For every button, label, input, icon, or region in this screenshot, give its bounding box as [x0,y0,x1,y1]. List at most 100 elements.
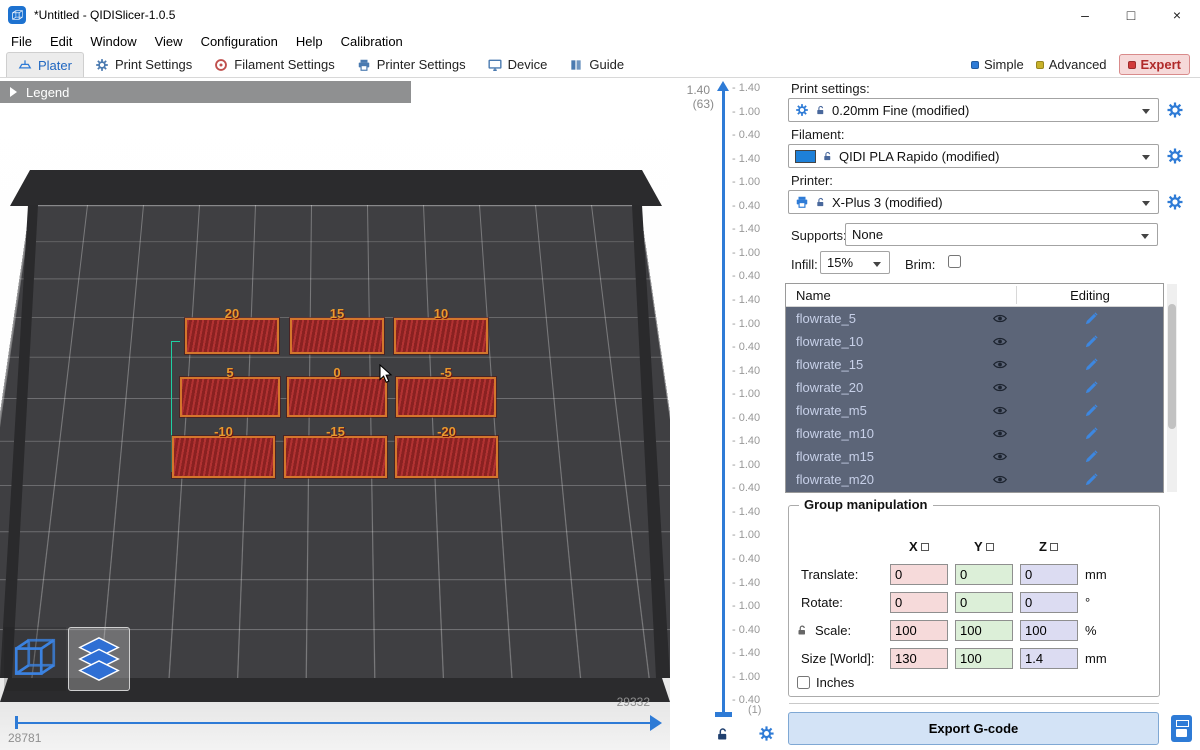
scale-lock-icon[interactable] [796,624,808,637]
menu-edit[interactable]: Edit [41,32,81,51]
export-gcode-button[interactable]: Export G-code [788,712,1159,745]
titlebar[interactable]: *Untitled - QIDISlicer-1.0.5 –□× [0,0,1200,30]
rotate-x-input[interactable] [890,592,948,613]
legend-collapsed-bar[interactable]: Legend [0,81,411,103]
object-row-flowrate_15[interactable]: flowrate_15 [786,353,1163,376]
object-row-flowrate_m5[interactable]: flowrate_m5 [786,399,1163,422]
sidebar-panel: Print settings: 0.20mm Fine (modified) F… [785,78,1200,750]
app-logo-icon [8,6,26,24]
scale-y-input[interactable] [955,620,1013,641]
visibility-eye-icon[interactable] [992,334,1008,349]
size-world-z-input[interactable] [1020,648,1078,669]
object-list-scrollbar[interactable] [1167,284,1177,492]
menu-window[interactable]: Window [81,32,145,51]
visibility-eye-icon[interactable] [992,311,1008,326]
layer-lock-icon[interactable] [715,726,730,743]
tab-guide[interactable]: Guide [558,52,635,77]
move-slider-track[interactable] [18,722,650,724]
printer-gear-button[interactable] [1166,193,1184,211]
move-slider-arrow-icon[interactable] [650,715,662,731]
scale-x-input[interactable] [890,620,948,641]
print-settings-combo[interactable]: 0.20mm Fine (modified) [788,98,1159,122]
tab-print-settings[interactable]: Print Settings [84,52,203,77]
tab-filament-settings[interactable]: Filament Settings [203,52,345,77]
layer-tick: - 0.40 [732,482,760,494]
edit-object-icon[interactable] [1084,357,1099,372]
plate-object-10[interactable]: 10 [394,318,488,354]
tab-printer-settings[interactable]: Printer Settings [346,52,477,77]
rotate-y-input[interactable] [955,592,1013,613]
object-row-flowrate_m15[interactable]: flowrate_m15 [786,445,1163,468]
plate-object--5[interactable]: -5 [396,377,496,417]
close-button[interactable]: × [1154,0,1200,30]
unit-label: % [1085,623,1097,638]
plate-object-20[interactable]: 20 [185,318,279,354]
mode-advanced[interactable]: Advanced [1036,57,1107,72]
plate-object-15[interactable]: 15 [290,318,384,354]
visibility-eye-icon[interactable] [992,426,1008,441]
minimize-button[interactable]: – [1062,0,1108,30]
size-world-y-input[interactable] [955,648,1013,669]
object-row-flowrate_m20[interactable]: flowrate_m20 [786,468,1163,491]
mode-dot-icon [1128,61,1136,69]
scale-z-input[interactable] [1020,620,1078,641]
translate-y-input[interactable] [955,564,1013,585]
translate-x-input[interactable] [890,564,948,585]
layer-slider-track[interactable] [722,91,725,715]
edit-object-icon[interactable] [1084,403,1099,418]
print-settings-gear-button[interactable] [1166,101,1184,119]
menu-configuration[interactable]: Configuration [192,32,287,51]
tab-plater[interactable]: Plater [6,52,84,77]
layers-view-button[interactable] [68,627,130,691]
plate-object-5[interactable]: 5 [180,377,280,417]
plate-object-0[interactable]: 0 [287,377,387,417]
layer-slider-bottom-thumb[interactable] [715,712,732,717]
device-icon [488,58,502,72]
size-world-x-input[interactable] [890,648,948,669]
edit-object-icon[interactable] [1084,449,1099,464]
plate-object--15[interactable]: -15 [284,436,387,478]
mode-expert[interactable]: Expert [1119,54,1190,75]
scrollbar-thumb[interactable] [1168,304,1176,429]
translate-z-input[interactable] [1020,564,1078,585]
infill-combo[interactable]: 15% [820,251,890,274]
menu-file[interactable]: File [2,32,41,51]
edit-object-icon[interactable] [1084,426,1099,441]
visibility-eye-icon[interactable] [992,403,1008,418]
edit-object-icon[interactable] [1084,334,1099,349]
edit-object-icon[interactable] [1084,311,1099,326]
plate-object--10[interactable]: -10 [172,436,275,478]
object-row-flowrate_20[interactable]: flowrate_20 [786,376,1163,399]
visibility-eye-icon[interactable] [992,357,1008,372]
visibility-eye-icon[interactable] [992,472,1008,487]
object-list: Name Editing flowrate_5 flowrate_10 flow… [785,283,1164,493]
tab-device[interactable]: Device [477,52,559,77]
layer-settings-gear-icon[interactable] [758,725,775,742]
edit-object-icon[interactable] [1084,380,1099,395]
maximize-button[interactable]: □ [1108,0,1154,30]
printer-combo[interactable]: X-Plus 3 (modified) [788,190,1159,214]
edit-object-icon[interactable] [1084,472,1099,487]
menu-help[interactable]: Help [287,32,332,51]
viewport-3d[interactable]: 20151050-5-10-15-20 Legend 29332 28781 [0,78,670,750]
filament-gear-button[interactable] [1166,147,1184,165]
3d-view-button[interactable] [4,627,66,691]
brim-checkbox[interactable] [948,255,961,268]
send-gcode-icon-button[interactable] [1171,715,1192,742]
mode-simple[interactable]: Simple [971,57,1024,72]
menu-calibration[interactable]: Calibration [332,32,412,51]
rotate-z-input[interactable] [1020,592,1078,613]
object-value-label: -5 [398,365,494,380]
object-row-flowrate_10[interactable]: flowrate_10 [786,330,1163,353]
supports-combo[interactable]: None [845,223,1158,246]
inches-checkbox[interactable] [797,676,810,689]
layer-tick: - 1.40 [732,577,760,589]
filament-combo[interactable]: QIDI PLA Rapido (modified) [788,144,1159,168]
visibility-eye-icon[interactable] [992,449,1008,464]
menu-view[interactable]: View [146,32,192,51]
object-row-flowrate_m10[interactable]: flowrate_m10 [786,422,1163,445]
visibility-eye-icon[interactable] [992,380,1008,395]
layer-slider-top-thumb[interactable] [717,81,729,91]
object-row-flowrate_5[interactable]: flowrate_5 [786,307,1163,330]
plate-object--20[interactable]: -20 [395,436,498,478]
